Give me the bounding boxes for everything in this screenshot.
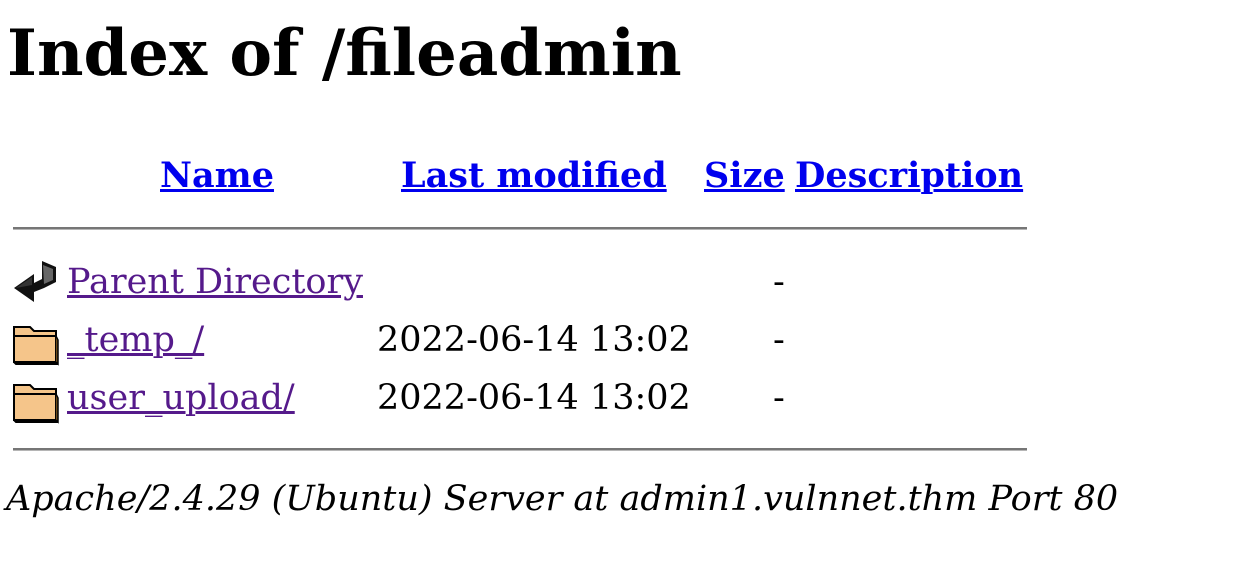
folder-icon <box>12 320 60 366</box>
sort-by-last-modified-link[interactable]: Last modified <box>401 154 667 198</box>
footer-divider <box>13 448 1027 451</box>
last-modified-cell: 2022-06-14 13:02 <box>377 378 691 418</box>
user-upload-folder-link[interactable]: user_upload/ <box>67 376 295 420</box>
sort-by-name-link[interactable]: Name <box>160 154 274 198</box>
server-signature: Apache/2.4.29 (Ubuntu) Server at admin1.… <box>6 479 1119 519</box>
size-cell: - <box>773 378 785 418</box>
size-cell: - <box>773 262 785 302</box>
sort-by-size-link[interactable]: Size <box>704 154 785 198</box>
sort-by-description-link[interactable]: Description <box>795 154 1023 198</box>
page-title: Index of /fileadmin <box>7 16 682 91</box>
last-modified-cell: 2022-06-14 13:02 <box>377 320 691 360</box>
back-arrow-icon <box>12 258 60 304</box>
header-divider <box>13 227 1027 230</box>
temp-folder-link[interactable]: _temp_/ <box>67 318 204 362</box>
folder-icon <box>12 378 60 424</box>
parent-directory-link[interactable]: Parent Directory <box>67 260 363 304</box>
size-cell: - <box>773 320 785 360</box>
